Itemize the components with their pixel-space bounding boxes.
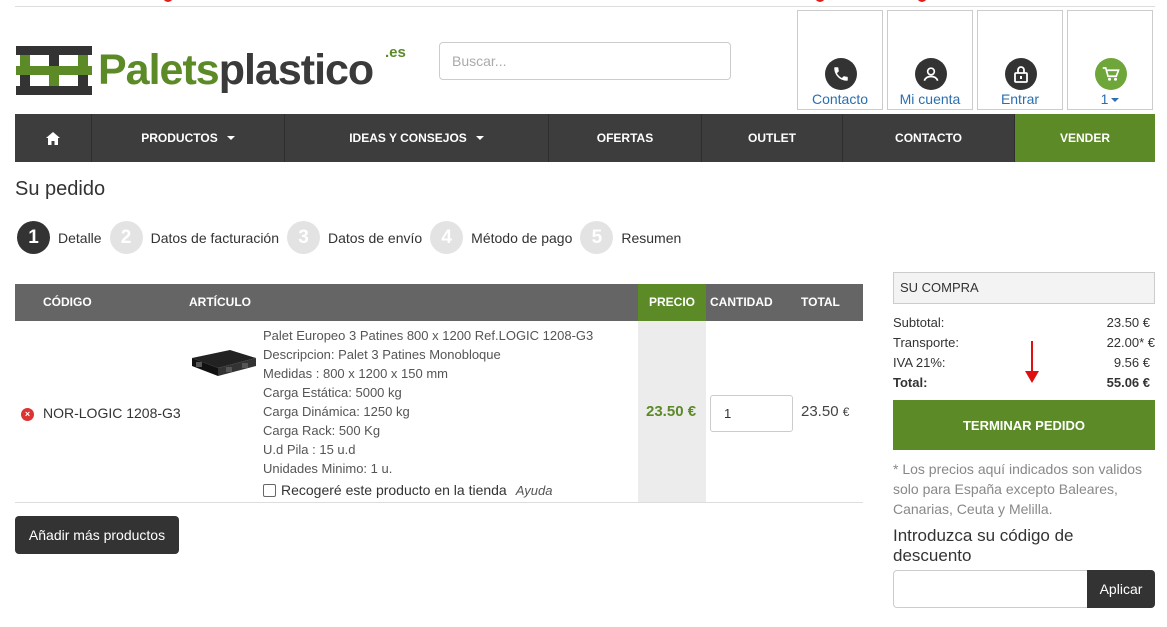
step-envio: 3 Datos de envío (287, 221, 422, 254)
pallet-logo-icon (16, 46, 92, 95)
apply-discount-button[interactable]: Aplicar (1087, 570, 1155, 608)
nav-outlet[interactable]: OUTLET (702, 114, 843, 162)
account-label: Mi cuenta (899, 91, 961, 107)
lock-icon (1005, 58, 1037, 90)
phone-icon (825, 58, 857, 90)
red-arrow-down-icon (1025, 341, 1039, 383)
quantity-input[interactable] (710, 395, 793, 432)
logo-wordmark: Paletsplastico (98, 46, 374, 94)
header-divider (15, 6, 1155, 7)
col-price: PRECIO (638, 284, 706, 321)
cart-icon (1095, 58, 1127, 90)
nav-productos[interactable]: PRODUCTOS (92, 114, 285, 162)
col-total: TOTAL (801, 295, 840, 309)
step-pago: 4 Método de pago (430, 221, 572, 254)
checkout-steps: 1 Detalle 2 Datos de facturación 3 Datos de… (17, 221, 689, 254)
discount-title: Introduzca su código de descuento (893, 526, 1074, 565)
summary-title: SU COMPRA (893, 272, 1155, 304)
remove-item-icon[interactable]: × (21, 408, 34, 421)
step-resumen: 5 Resumen (580, 221, 681, 254)
nav-contacto[interactable]: CONTACTO (843, 114, 1015, 162)
contact-label: Contacto (811, 91, 869, 107)
cart-box[interactable]: 1 (1067, 10, 1153, 110)
chevron-down-icon (475, 136, 484, 140)
product-code: NOR-LOGIC 1208-G3 (43, 405, 181, 421)
unit-price: 23.50 € (646, 403, 697, 420)
col-code: CÓDIGO (43, 295, 92, 309)
contact-box[interactable]: Contacto (797, 10, 883, 110)
cart-count: 1 (1068, 91, 1152, 107)
subtotal-row: Subtotal: 23.50 € (893, 315, 1150, 330)
cart-table-header: CÓDIGO ARTÍCULO PRECIO CANTIDAD TOTAL (15, 284, 863, 321)
login-label: Entrar (1000, 91, 1040, 107)
add-more-products-button[interactable]: Añadir más productos (15, 516, 179, 554)
main-nav: PRODUCTOS IDEAS Y CONSEJOS OFERTAS OUTLE… (15, 114, 1155, 162)
table-row: × NOR-LOGIC 1208-G3 Palet Europeo 3 Pati… (15, 321, 863, 503)
price-note: * Los precios aquí indicados son validos… (893, 461, 1143, 517)
nav-ideas[interactable]: IDEAS Y CONSEJOS (285, 114, 549, 162)
home-icon (46, 131, 60, 145)
nav-ofertas[interactable]: OFERTAS (549, 114, 702, 162)
discount-code-input[interactable] (893, 570, 1088, 608)
product-description: Palet Europeo 3 Patines 800 x 1200 Ref.L… (263, 328, 594, 476)
search-input[interactable] (439, 42, 731, 80)
step-facturacion: 2 Datos de facturación (109, 221, 279, 254)
col-qty: CANTIDAD (710, 295, 773, 309)
logo-tld: .es (385, 44, 406, 61)
login-box[interactable]: Entrar (977, 10, 1063, 110)
page-title: Su pedido (15, 178, 106, 200)
step-detalle: 1 Detalle (17, 221, 102, 254)
pallet-product-image[interactable] (190, 346, 258, 380)
pickup-label: Recogeré este producto en la tienda (281, 482, 507, 498)
nav-vender[interactable]: VENDER (1015, 114, 1155, 162)
user-icon (915, 58, 947, 90)
top-decoration (0, 0, 1167, 4)
pickup-option: Recogeré este producto en la tienda Ayud… (263, 482, 552, 498)
account-box[interactable]: Mi cuenta (887, 10, 973, 110)
col-article: ARTÍCULO (189, 295, 251, 309)
help-link[interactable]: Ayuda (516, 483, 553, 498)
finish-order-button[interactable]: TERMINAR PEDIDO (893, 400, 1155, 450)
chevron-down-icon (226, 136, 235, 140)
line-total: 23.50 € (801, 403, 850, 420)
nav-home[interactable] (15, 114, 92, 162)
pickup-checkbox[interactable] (263, 483, 276, 497)
